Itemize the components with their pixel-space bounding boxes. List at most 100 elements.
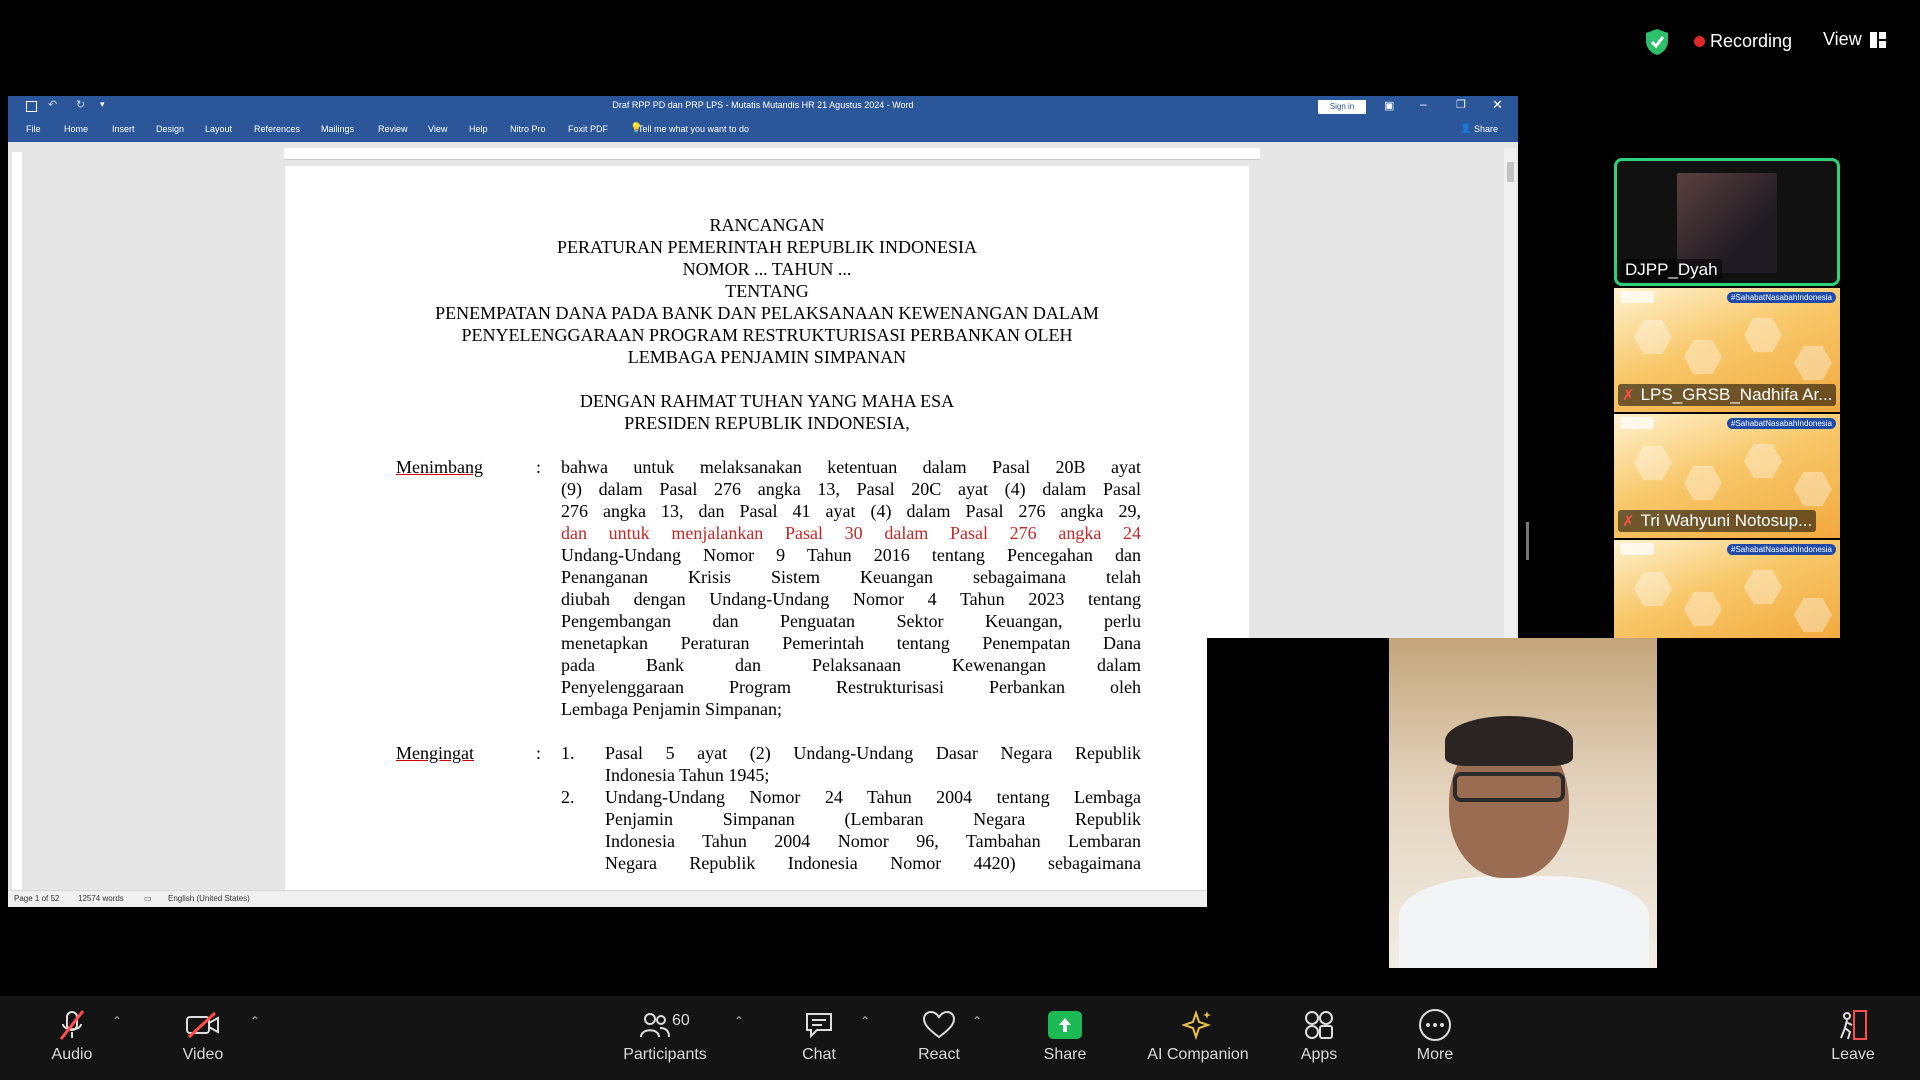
participant-tile-active-speaker[interactable]: DJPP_Dyah bbox=[1614, 158, 1840, 286]
word-share-button[interactable]: Share bbox=[1474, 124, 1498, 134]
menimbang-line-tracked-change: dan untuk menjalankan Pasal 30 dalam Pas… bbox=[561, 523, 1141, 543]
colon: : bbox=[536, 457, 542, 477]
participants-icon: 60 bbox=[618, 1008, 712, 1042]
security-shield-icon[interactable] bbox=[1644, 28, 1670, 56]
word-count[interactable]: 12574 words bbox=[78, 894, 124, 903]
heading-line: PENEMPATAN DANA PADA BANK DAN PELAKSANAA… bbox=[435, 303, 1099, 323]
participant-tile[interactable]: #SahabatNasabahIndonesia ✗ Tri Wahyuni No… bbox=[1614, 414, 1840, 538]
tab-help[interactable]: Help bbox=[469, 124, 488, 134]
speaker-shirt bbox=[1399, 876, 1649, 968]
proofing-icon[interactable]: ▭ bbox=[144, 894, 152, 903]
lps-logo bbox=[1620, 543, 1654, 555]
view-button[interactable]: View bbox=[1823, 29, 1862, 50]
audio-options-caret-icon[interactable]: ⌃ bbox=[112, 1014, 122, 1028]
chat-icon bbox=[794, 1008, 844, 1042]
colon: : bbox=[536, 743, 542, 763]
chat-options-caret-icon[interactable]: ⌃ bbox=[860, 1014, 870, 1028]
tab-nitro-pro[interactable]: Nitro Pro bbox=[510, 124, 546, 134]
participants-options-caret-icon[interactable]: ⌃ bbox=[734, 1014, 744, 1028]
tab-mailings[interactable]: Mailings bbox=[321, 124, 354, 134]
tab-file[interactable]: File bbox=[26, 124, 41, 134]
speaker-video[interactable] bbox=[1207, 638, 1840, 970]
heading-line: LEMBAGA PENJAMIN SIMPANAN bbox=[627, 347, 907, 367]
ribbon-display-options-icon[interactable]: ▣ bbox=[1384, 99, 1394, 112]
close-icon[interactable]: ✕ bbox=[1492, 97, 1503, 113]
lps-logo bbox=[1620, 291, 1654, 303]
video-label: Video bbox=[182, 1046, 224, 1063]
tab-design[interactable]: Design bbox=[156, 124, 184, 134]
tab-home[interactable]: Home bbox=[64, 124, 88, 134]
hashtag-banner: #SahabatNasabahIndonesia bbox=[1727, 418, 1836, 429]
mic-muted-icon bbox=[46, 1008, 98, 1042]
tab-foxit-pdf[interactable]: Foxit PDF bbox=[568, 124, 608, 134]
word-ribbon-tabs: File Home Insert Design Layout Reference… bbox=[8, 118, 1518, 142]
mengingat-line: Penjamin Simpanan (Lembaran Negara Repub… bbox=[605, 809, 1141, 829]
mic-muted-icon: ✗ bbox=[1622, 513, 1635, 530]
video-options-caret-icon[interactable]: ⌃ bbox=[250, 1014, 260, 1028]
react-options-caret-icon[interactable]: ⌃ bbox=[972, 1014, 982, 1028]
heading-line: NOMOR ... TAHUN ... bbox=[682, 259, 852, 279]
more-button[interactable]: More bbox=[1410, 1008, 1460, 1064]
vertical-ruler[interactable] bbox=[12, 152, 22, 890]
restore-icon[interactable]: ❐ bbox=[1456, 98, 1466, 111]
tell-me-search[interactable]: Tell me what you want to do bbox=[638, 124, 749, 134]
menimbang-line: diubah dengan Undang-Undang Nomor 4 Tahu… bbox=[561, 589, 1141, 609]
chat-label: Chat bbox=[802, 1046, 836, 1063]
tab-layout[interactable]: Layout bbox=[205, 124, 232, 134]
mengingat-line: Indonesia Tahun 2004 Nomor 96, Tambahan … bbox=[605, 831, 1141, 851]
hashtag-banner: #SahabatNasabahIndonesia bbox=[1727, 544, 1836, 555]
chat-button[interactable]: Chat bbox=[794, 1008, 844, 1064]
participants-button[interactable]: 60 Participants bbox=[618, 1008, 712, 1064]
audio-label: Audio bbox=[51, 1046, 93, 1063]
menimbang-line: bahwa untuk melaksanakan ketentuan dalam… bbox=[561, 457, 1141, 477]
apps-button[interactable]: Apps bbox=[1294, 1008, 1344, 1064]
participant-tile[interactable]: #SahabatNasabahIndonesia ✗ LPS_GRSB_Nadhi… bbox=[1614, 288, 1840, 412]
speaker-hair bbox=[1445, 716, 1573, 766]
share-person-icon: 👤 bbox=[1460, 123, 1472, 133]
video-button[interactable]: Video bbox=[178, 1008, 228, 1064]
menimbang-line: (9) dalam Pasal 276 angka 13, Pasal 20C … bbox=[561, 479, 1141, 499]
leave-icon bbox=[1826, 1008, 1880, 1042]
participant-name: DJPP_Dyah bbox=[1621, 259, 1722, 281]
mengingat-line: Indonesia Tahun 1945; bbox=[605, 765, 770, 785]
participant-tile[interactable]: #SahabatNasabahIndonesia bbox=[1614, 540, 1840, 638]
tab-review[interactable]: Review bbox=[378, 124, 408, 134]
minimize-icon[interactable]: – bbox=[1420, 97, 1427, 111]
video-off-icon bbox=[178, 1008, 228, 1042]
share-screen-button[interactable]: Share bbox=[1040, 1008, 1090, 1064]
more-icon bbox=[1410, 1008, 1460, 1042]
word-title-bar: Draf RPP PD dan PRP LPS - Mutatis Mutand… bbox=[8, 96, 1518, 118]
horizontal-ruler[interactable] bbox=[284, 148, 1260, 160]
recording-label[interactable]: Recording bbox=[1710, 31, 1792, 52]
grid-view-icon[interactable] bbox=[1870, 32, 1886, 48]
tab-view[interactable]: View bbox=[428, 124, 447, 134]
menimbang-line: pada Bank dan Pelaksanaan Kewenangan dal… bbox=[561, 655, 1141, 675]
recording-dot-icon bbox=[1694, 36, 1705, 47]
audio-button[interactable]: Audio bbox=[46, 1008, 98, 1064]
panel-resize-handle[interactable] bbox=[1526, 522, 1529, 560]
react-button[interactable]: React bbox=[912, 1008, 966, 1064]
scrollbar-thumb[interactable] bbox=[1507, 162, 1514, 182]
language[interactable]: English (United States) bbox=[168, 894, 250, 903]
redo-icon[interactable]: ↻ bbox=[76, 98, 85, 111]
menimbang-line: 276 angka 13, dan Pasal 41 ayat (4) dala… bbox=[561, 501, 1141, 521]
quick-access-more-icon[interactable]: ▾ bbox=[100, 99, 105, 110]
menimbang-line: menetapkan Peraturan Pemerintah tentang … bbox=[561, 633, 1141, 653]
sign-in-button[interactable]: Sign in bbox=[1318, 100, 1366, 114]
ai-companion-button[interactable]: AI Companion bbox=[1140, 1008, 1256, 1064]
page-count[interactable]: Page 1 of 52 bbox=[14, 894, 59, 903]
save-icon[interactable] bbox=[26, 101, 37, 112]
leave-button[interactable]: Leave bbox=[1826, 1008, 1880, 1064]
undo-icon[interactable]: ↶ bbox=[48, 98, 57, 111]
tab-insert[interactable]: Insert bbox=[112, 124, 135, 134]
document-page[interactable]: RANCANGAN PERATURAN PEMERINTAH REPUBLIK … bbox=[285, 166, 1249, 907]
menimbang-label: Menimbang bbox=[396, 457, 483, 477]
mengingat-line: Negara Republik Indonesia Nomor 4420) se… bbox=[605, 853, 1141, 873]
participant-name-tag: ✗ LPS_GRSB_Nadhifa Ar... bbox=[1618, 384, 1837, 406]
tab-references[interactable]: References bbox=[254, 124, 300, 134]
mic-muted-icon: ✗ bbox=[1622, 387, 1635, 404]
participant-name: Tri Wahyuni Notosup... bbox=[1640, 511, 1813, 530]
heading-line: RANCANGAN bbox=[709, 215, 825, 235]
speaker-glasses bbox=[1453, 772, 1565, 802]
more-label: More bbox=[1416, 1046, 1454, 1063]
